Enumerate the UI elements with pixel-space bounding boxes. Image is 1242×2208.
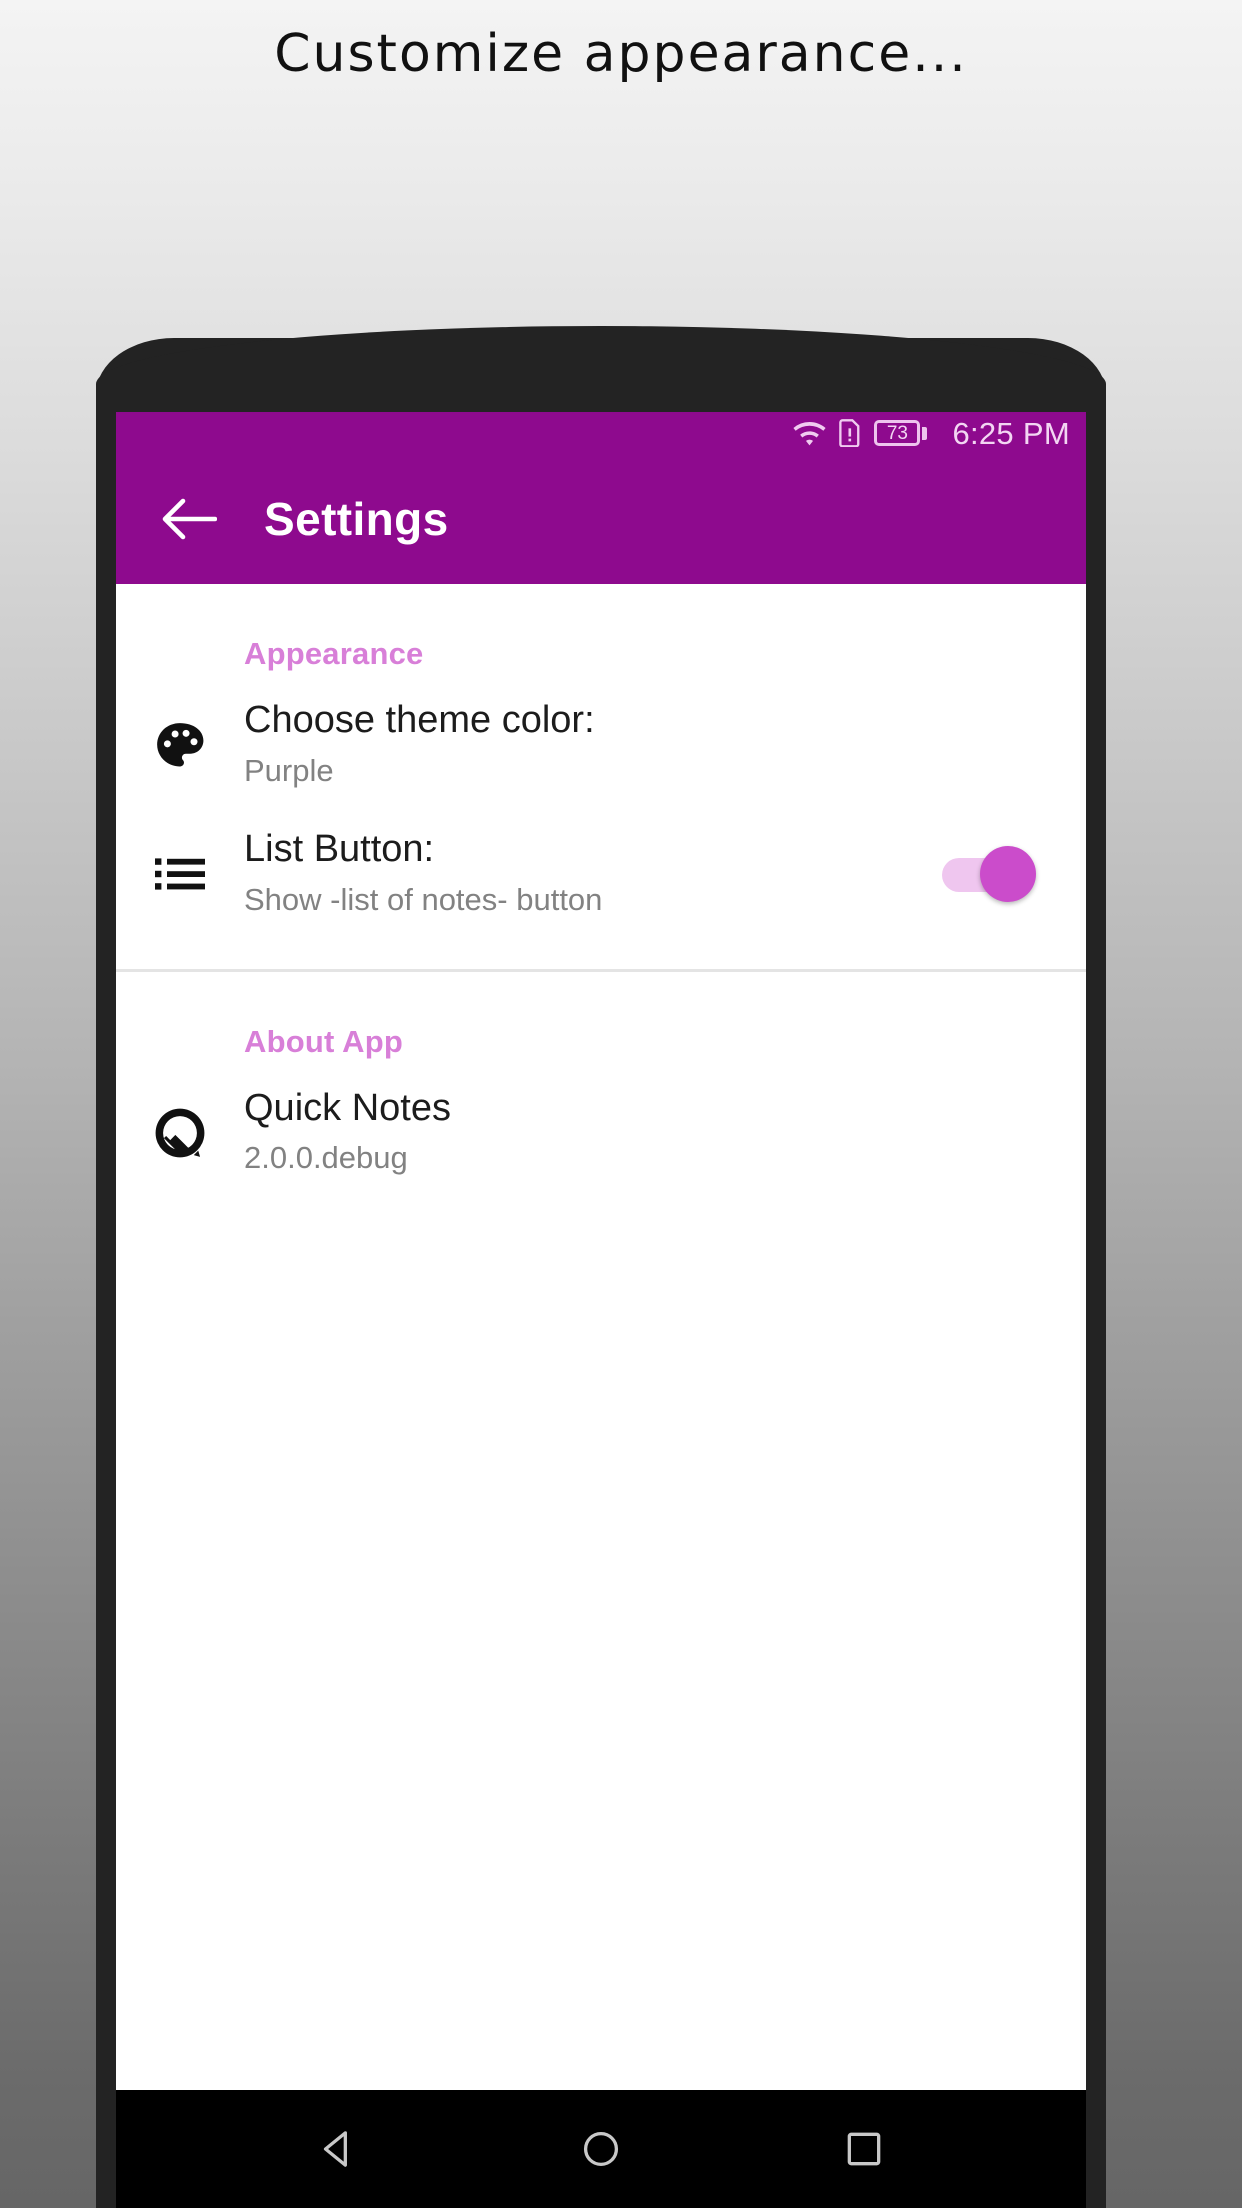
pref-text-theme-color: Choose theme color: Purple [244, 698, 1052, 791]
section-header-appearance: Appearance [244, 636, 424, 671]
back-button[interactable] [158, 488, 220, 550]
phone-screen: 73 6:25 PM Settings Appearance Choose th… [116, 412, 1086, 2208]
app-toolbar: Settings [116, 454, 1086, 584]
list-icon [116, 854, 244, 894]
phone-device-frame: 73 6:25 PM Settings Appearance Choose th… [96, 326, 1106, 2208]
battery-level-label: 73 [886, 422, 908, 444]
pref-title: List Button: [244, 828, 435, 871]
battery-cap [922, 426, 928, 440]
page-title: Settings [264, 493, 449, 545]
screenshot-root: Customize appearance... 73 6:25 PM Setti… [0, 0, 1242, 2208]
nav-recents-icon[interactable] [824, 2109, 904, 2189]
pref-row-list-button[interactable]: List Button: Show -list of notes- button [116, 809, 1086, 938]
pref-title: Quick Notes [244, 1086, 451, 1129]
pref-subtitle: 2.0.0.debug [244, 1140, 408, 1176]
nav-back-icon[interactable] [298, 2109, 378, 2189]
battery-body: 73 [874, 420, 921, 446]
page-caption: Customize appearance... [274, 24, 968, 84]
quick-notes-app-icon [116, 1104, 244, 1162]
pref-subtitle: Show -list of notes- button [244, 882, 603, 918]
pref-title: Choose theme color: [244, 699, 595, 741]
list-button-toggle-switch[interactable] [942, 845, 1038, 903]
status-bar: 73 6:25 PM [116, 412, 1086, 454]
status-bar-clock: 6:25 PM [952, 415, 1070, 451]
switch-thumb [980, 846, 1036, 903]
section-header-about-app: About App [244, 1023, 404, 1059]
document-alert-icon [839, 419, 861, 447]
settings-content: Appearance Choose theme color: Purple Li… [116, 584, 1086, 1198]
pref-text-list-button: List Button: Show -list of notes- button [244, 827, 942, 920]
android-navigation-bar [116, 2090, 1086, 2208]
pref-row-theme-color[interactable]: Choose theme color: Purple [116, 680, 1086, 809]
wifi-icon [793, 420, 827, 446]
pref-row-about-quick-notes[interactable]: Quick Notes 2.0.0.debug [116, 1068, 1086, 1197]
palette-icon [116, 717, 244, 773]
nav-home-icon[interactable] [561, 2109, 641, 2189]
pref-subtitle: Purple [244, 752, 334, 788]
status-bar-icons: 73 6:25 PM [793, 418, 1070, 449]
pref-text-about-quick-notes: Quick Notes 2.0.0.debug [244, 1086, 1052, 1179]
battery-icon: 73 [874, 420, 928, 446]
